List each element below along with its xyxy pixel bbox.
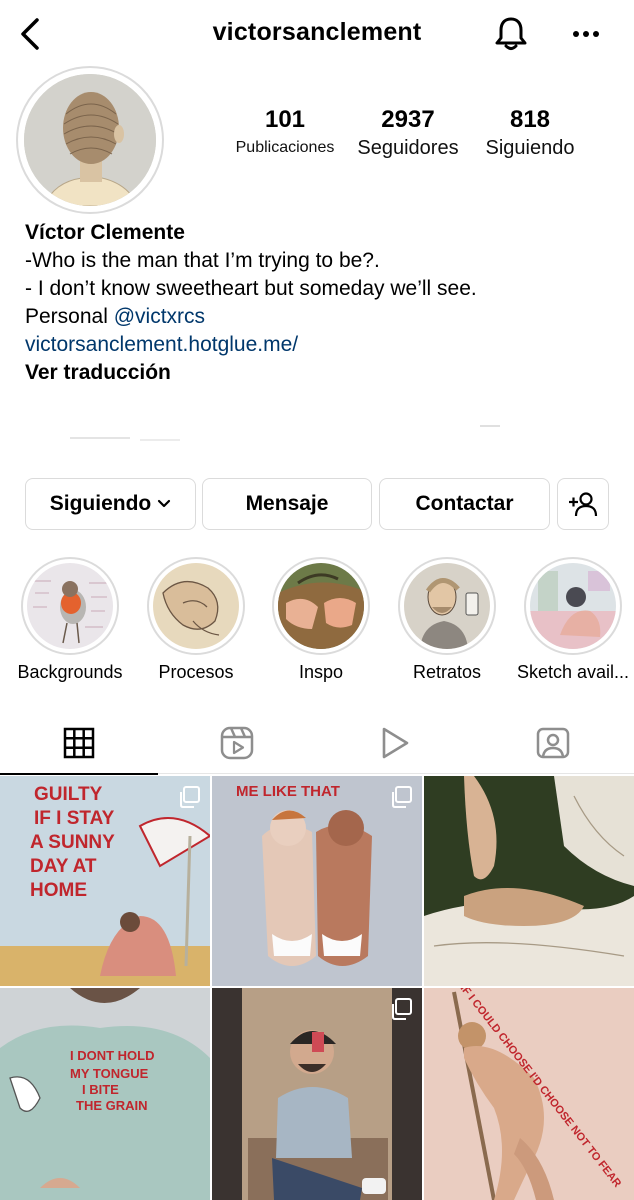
bio-line-2: - I don’t know sweetheart but someday we… — [25, 277, 477, 300]
post-image: IF I COULD CHOOSE I'D CHOOSE NOT TO FEAR — [424, 988, 634, 1200]
painted-text: I DONT HOLD — [70, 1048, 155, 1063]
following-button-label: Siguiendo — [49, 492, 152, 515]
bio-mention-link[interactable]: @victxrcs — [114, 305, 205, 328]
contact-button[interactable]: Contactar — [379, 478, 550, 530]
screenshot-artifacts — [70, 425, 500, 441]
post-thumbnail[interactable]: ME LIKE THAT — [212, 776, 422, 986]
highlight-cover-image — [404, 563, 490, 649]
highlight-cover-image — [153, 563, 239, 649]
suggested-users-button[interactable] — [557, 478, 609, 530]
posts-grid: GUILTY IF I STAY A SUNNY DAY AT HOME ME … — [0, 776, 634, 1200]
highlight-cover-image — [278, 563, 364, 649]
bio-line-1: -Who is the man that I’m trying to be?. — [25, 249, 380, 272]
profile-bio: Víctor Clemente -Who is the man that I’m… — [25, 219, 615, 387]
following-label: Siguiendo — [485, 137, 575, 159]
more-horizontal-icon — [573, 31, 599, 37]
contact-button-label: Contactar — [415, 492, 514, 515]
post-image — [424, 776, 634, 986]
message-button-label: Mensaje — [245, 492, 329, 515]
post-thumbnail[interactable] — [424, 776, 634, 986]
see-translation-button[interactable]: Ver traducción — [25, 359, 615, 387]
tab-reels[interactable] — [158, 712, 316, 774]
highlight-cover-image — [27, 563, 113, 649]
tab-posts-grid[interactable] — [0, 712, 158, 775]
painted-text: DAY AT — [30, 856, 97, 877]
highlight-backgrounds[interactable]: Backgrounds — [17, 557, 123, 682]
tagged-icon — [536, 727, 570, 759]
more-options-button[interactable] — [566, 18, 606, 50]
profile-tabs — [0, 712, 634, 775]
message-button[interactable]: Mensaje — [202, 478, 372, 530]
followers-label: Seguidores — [357, 137, 459, 159]
painted-text: I BITE — [82, 1082, 119, 1097]
painted-text: GUILTY — [34, 784, 103, 805]
profile-avatar[interactable] — [16, 66, 164, 214]
painted-text: ME LIKE THAT — [236, 783, 340, 800]
posts-count[interactable]: 101 Publicaciones — [228, 106, 342, 162]
profile-username: victorsanclement — [212, 18, 422, 46]
followers-count[interactable]: 2937 Seguidores — [350, 106, 466, 162]
bio-line-3: Personal @victxrcs — [25, 303, 615, 331]
following-number: 818 — [509, 106, 551, 133]
painted-text: IF I STAY — [34, 808, 115, 829]
painted-text: HOME — [30, 880, 87, 901]
posts-number: 101 — [264, 106, 306, 133]
painted-text: MY TONGUE — [70, 1066, 149, 1081]
post-thumbnail[interactable]: I DONT HOLD MY TONGUE I BITE THE GRAIN — [0, 988, 210, 1200]
tab-tagged[interactable] — [474, 712, 632, 774]
chevron-down-icon — [158, 499, 171, 508]
reels-icon — [220, 726, 254, 760]
notifications-button[interactable] — [492, 14, 530, 54]
bell-icon — [495, 17, 527, 50]
followers-number: 2937 — [381, 106, 435, 133]
highlight-label: Backgrounds — [17, 662, 123, 682]
highlight-retratos[interactable]: Retratos — [398, 557, 496, 682]
bio-personal-label: Personal — [25, 305, 114, 328]
add-user-icon — [569, 492, 598, 517]
highlight-label: Inspo — [298, 662, 344, 682]
highlight-label: Sketch avail... — [516, 662, 630, 682]
highlight-sketch-available[interactable]: Sketch avail... — [517, 557, 629, 682]
following-count[interactable]: 818 Siguiendo — [476, 106, 584, 162]
post-image: I DONT HOLD MY TONGUE I BITE THE GRAIN — [0, 988, 210, 1200]
highlight-label: Retratos — [412, 662, 482, 682]
posts-label: Publicaciones — [235, 139, 335, 156]
highlight-procesos[interactable]: Procesos — [147, 557, 245, 682]
profile-full-name: Víctor Clemente — [25, 221, 185, 244]
highlight-cover-image — [530, 563, 616, 649]
avatar-illustration — [24, 74, 156, 206]
post-thumbnail[interactable]: GUILTY IF I STAY A SUNNY DAY AT HOME — [0, 776, 210, 986]
following-button[interactable]: Siguiendo — [25, 478, 196, 530]
grid-icon — [63, 727, 95, 759]
multiple-images-icon — [392, 786, 412, 808]
highlight-inspo[interactable]: Inspo — [272, 557, 370, 682]
post-thumbnail[interactable] — [212, 988, 422, 1200]
multiple-images-icon — [392, 998, 412, 1020]
play-icon — [382, 727, 409, 759]
post-thumbnail[interactable]: IF I COULD CHOOSE I'D CHOOSE NOT TO FEAR — [424, 988, 634, 1200]
bio-website-link[interactable]: victorsanclement.hotglue.me/ — [25, 331, 615, 359]
highlight-label: Procesos — [158, 662, 234, 682]
top-bar: victorsanclement — [0, 0, 634, 68]
painted-text: THE GRAIN — [76, 1098, 148, 1113]
painted-text: A SUNNY — [30, 832, 115, 853]
multiple-images-icon — [180, 786, 200, 808]
tab-videos[interactable] — [316, 712, 474, 774]
